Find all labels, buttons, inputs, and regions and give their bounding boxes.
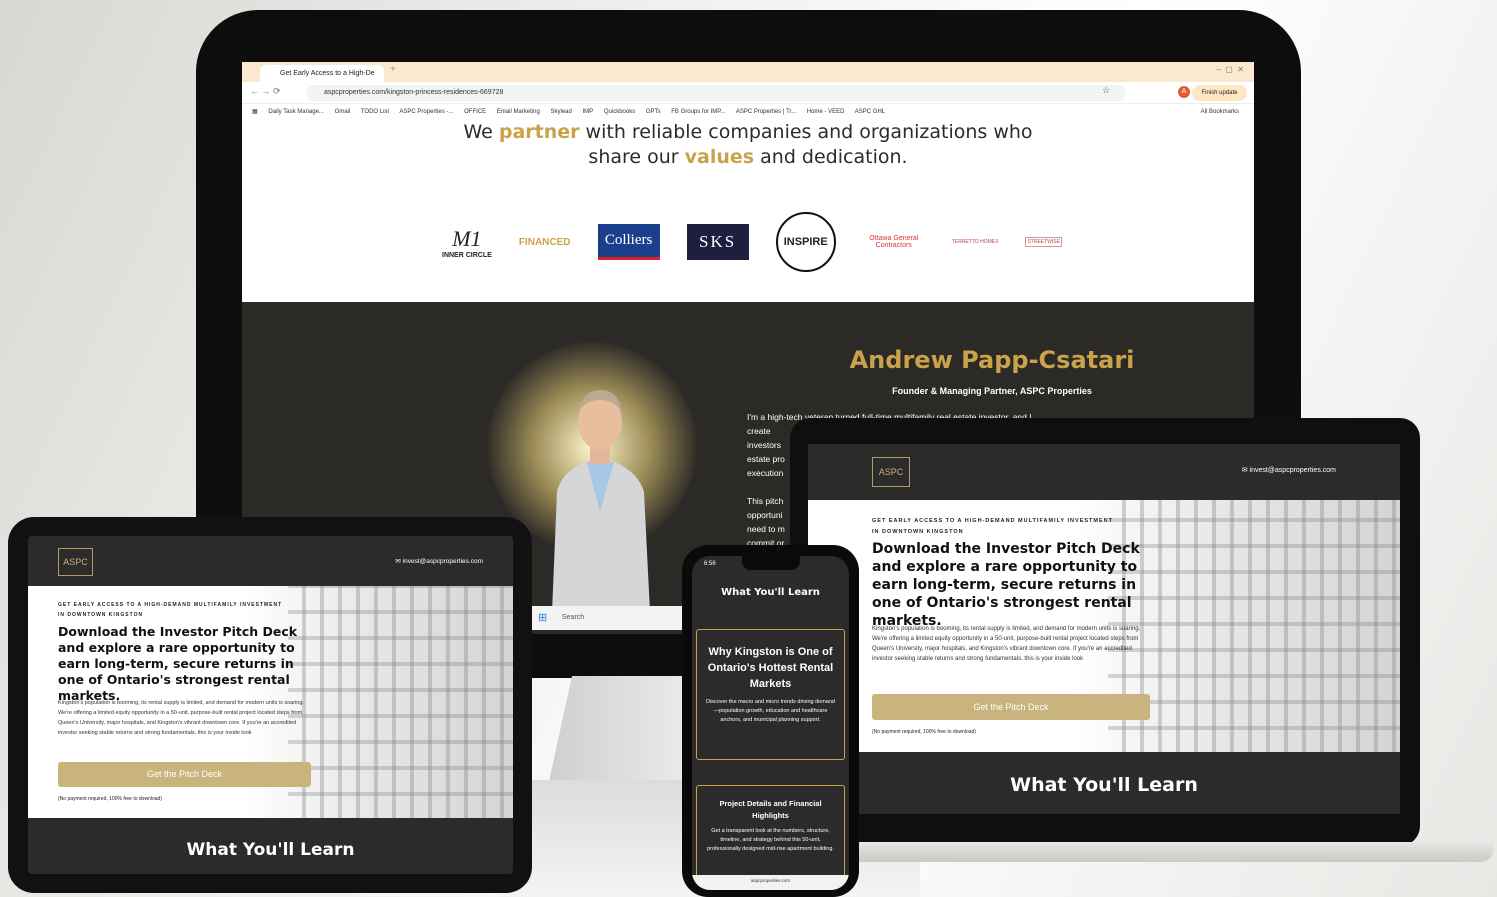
- terretto-logo: TERRETTO HOMES: [951, 239, 999, 245]
- free-download-note: (No payment required, 100% free to downl…: [58, 796, 162, 802]
- bookmark-item[interactable]: IMP: [583, 109, 594, 115]
- email-text: invest@aspcproperties.com: [402, 558, 483, 565]
- laptop-base: [758, 842, 1494, 862]
- phone-notch: [742, 556, 800, 570]
- window-controls[interactable]: – ▢ ✕: [1216, 65, 1244, 74]
- what-youll-learn-heading: What You'll Learn: [721, 587, 820, 598]
- colliers-logo: Colliers: [597, 224, 660, 260]
- bookmark-item[interactable]: ASPC Properties | Tr...: [736, 109, 796, 115]
- what-youll-learn-heading: What You'll Learn: [186, 840, 355, 860]
- landing-hero: GET EARLY ACCESS TO A HIGH-DEMAND MULTIF…: [28, 586, 513, 818]
- url-field[interactable]: aspcproperties.com/kingston-princess-res…: [306, 85, 1126, 101]
- m1-logo: M1 INNER CIRCLE: [442, 225, 492, 259]
- partner-text: share our: [588, 146, 685, 168]
- windows-start-icon[interactable]: ⊞: [538, 606, 547, 630]
- address-bar-row: ← → ⟳ aspcproperties.com/kingston-prince…: [242, 82, 1254, 104]
- email-link[interactable]: ✉ invest@aspcproperties.com: [1242, 466, 1336, 474]
- founder-photo: [552, 390, 650, 612]
- bookmark-item[interactable]: Daily Task Manage...: [268, 109, 324, 115]
- new-tab-icon[interactable]: +: [390, 64, 396, 75]
- inspire-logo: INSPIRE: [775, 212, 836, 272]
- bookmark-item[interactable]: Home - VEED: [807, 109, 845, 115]
- browser-tab[interactable]: Get Early Access to a High-De: [260, 65, 384, 82]
- hero-body: Kingston's population is booming, its re…: [58, 700, 304, 736]
- bookmark-item[interactable]: Skylead: [550, 109, 571, 115]
- partner-text: We: [463, 121, 499, 143]
- card-body: Discover the macro and micro trends driv…: [705, 699, 835, 723]
- email-link[interactable]: ✉ invest@aspcproperties.com: [395, 557, 483, 565]
- phone-url-bar[interactable]: aspcproperties.com: [692, 875, 849, 890]
- bookmark-item[interactable]: Gmail: [335, 109, 351, 115]
- ogc-logo: Ottawa General Contractors: [869, 235, 919, 249]
- card-title: Why Kingston is One of Ontario's Hottest…: [707, 646, 834, 690]
- partner-text: with reliable companies and organization…: [579, 121, 1033, 143]
- learn-card: Why Kingston is One of Ontario's Hottest…: [696, 629, 845, 760]
- status-time: 6:56: [704, 561, 716, 567]
- apps-icon[interactable]: ▦: [252, 109, 258, 115]
- founder-name: Andrew Papp-Csatari: [849, 346, 1135, 374]
- financed-logo: FINANCED: [518, 236, 571, 248]
- hero-body: Kingston's population is booming, its re…: [872, 626, 1141, 662]
- founder-role: Founder & Managing Partner, ASPC Propert…: [892, 386, 1092, 396]
- bookmark-star-icon[interactable]: ☆: [1102, 85, 1110, 96]
- taskbar-search[interactable]: Search: [562, 614, 584, 621]
- aspc-logo[interactable]: ASPC: [58, 548, 93, 576]
- bookmark-item[interactable]: FB Groups for IMP...: [671, 109, 725, 115]
- bookmark-item[interactable]: TODO List: [361, 109, 389, 115]
- profile-avatar[interactable]: A: [1178, 86, 1190, 98]
- hero-eyebrow: GET EARLY ACCESS TO A HIGH-DEMAND MULTIF…: [58, 602, 283, 618]
- bookmark-item[interactable]: OFFICE: [464, 109, 486, 115]
- bookmark-item[interactable]: GPTs: [646, 109, 661, 115]
- bookmark-item[interactable]: Email Marketing: [497, 109, 540, 115]
- sks-logo: SKS: [686, 224, 749, 260]
- partner-logos: M1 INNER CIRCLE FINANCED Colliers SKS INS…: [442, 207, 1062, 277]
- hero-eyebrow: GET EARLY ACCESS TO A HIGH-DEMAND MULTIF…: [872, 518, 1113, 535]
- laptop-screen: ASPC ✉ invest@aspcproperties.com GET EAR…: [808, 444, 1400, 814]
- partner-text: and dedication.: [754, 146, 908, 168]
- browser-tab-bar: Get Early Access to a High-De + – ▢ ✕: [242, 62, 1254, 82]
- tablet-screen: ASPC ✉ invest@aspcproperties.com GET EAR…: [28, 536, 513, 874]
- values-highlight: values: [684, 146, 755, 168]
- partner-highlight: partner: [498, 121, 580, 143]
- bookmark-item[interactable]: Quickbooks: [604, 109, 635, 115]
- hero-headline: Download the Investor Pitch Deck and exp…: [58, 624, 298, 703]
- tab-title: Get Early Access to a High-De: [280, 70, 375, 77]
- email-text: invest@aspcproperties.com: [1249, 467, 1336, 474]
- landing-header: ASPC ✉ invest@aspcproperties.com: [28, 536, 513, 586]
- aspc-logo[interactable]: ASPC: [872, 457, 910, 487]
- streetwise-logo: STREETWISE: [1025, 237, 1062, 247]
- card-title: Project Details and Financial Highlights: [719, 799, 822, 820]
- windows-taskbar: ⊞ Search: [532, 606, 692, 630]
- landing-hero: GET EARLY ACCESS TO A HIGH-DEMAND MULTIF…: [808, 500, 1400, 752]
- free-download-note: (No payment required, 100% free to downl…: [872, 729, 976, 735]
- what-youll-learn-heading: What You'll Learn: [1010, 774, 1198, 796]
- bookmark-item[interactable]: ASPC GHL: [855, 109, 885, 115]
- partner-heading: We partner with reliable companies and o…: [242, 120, 1254, 170]
- get-pitch-deck-button[interactable]: Get the Pitch Deck: [872, 694, 1150, 720]
- phone-screen: 6:56 What You'll Learn Why Kingston is O…: [692, 556, 849, 890]
- bookmarks-bar: ▦ Daily Task Manage... Gmail TODO List A…: [242, 104, 1254, 121]
- learn-card: Project Details and Financial Highlights…: [696, 785, 845, 879]
- all-bookmarks-link[interactable]: All Bookmarks: [1201, 104, 1239, 121]
- hero-headline: Download the Investor Pitch Deck and exp…: [872, 541, 1140, 629]
- bookmark-item[interactable]: ASPC Properties -...: [399, 109, 453, 115]
- card-body: Get a transparent look at the numbers, s…: [707, 828, 834, 852]
- finish-update-button[interactable]: Finish update: [1192, 85, 1247, 101]
- landing-header: ASPC ✉ invest@aspcproperties.com: [808, 444, 1400, 500]
- nav-buttons-icon[interactable]: ← → ⟳: [250, 86, 281, 97]
- get-pitch-deck-button[interactable]: Get the Pitch Deck: [58, 762, 311, 787]
